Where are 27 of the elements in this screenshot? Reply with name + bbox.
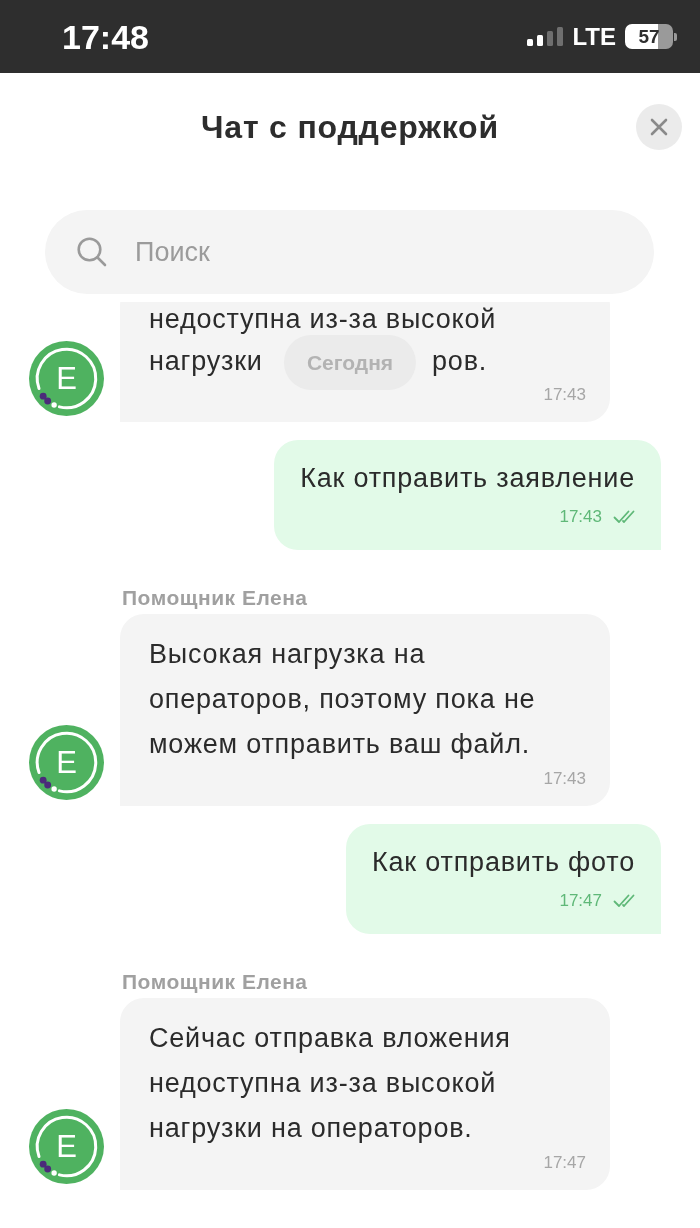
- message-text: Как отправить заявление: [300, 462, 635, 495]
- close-icon: [650, 117, 668, 136]
- sender-name: Помощник Елена: [122, 586, 308, 610]
- sender-name: Помощник Елена: [122, 970, 308, 994]
- status-time: 17:48: [62, 19, 149, 54]
- battery-indicator: 57: [625, 24, 677, 49]
- avatar: Е: [29, 341, 104, 416]
- message-time: 17:43: [543, 384, 586, 406]
- header-title: Чат с поддержкой: [201, 110, 499, 143]
- message-text: Сейчас отправка вложения недоступна из-за высокой нагрузки на операторов.: [149, 1022, 512, 1145]
- close-button[interactable]: [636, 103, 682, 150]
- message-text: ров.: [432, 345, 488, 376]
- message-text: недоступна из-за высокой: [149, 304, 497, 334]
- network-label: LTE: [572, 24, 616, 49]
- message-text: Высокая нагрузка на операторов, поэтому пока не можем отправить ваш файл.: [149, 638, 537, 761]
- avatar: Е: [29, 725, 104, 800]
- avatar: Е: [29, 1109, 104, 1184]
- search-field[interactable]: Поиск: [45, 210, 654, 294]
- search-icon: [77, 237, 107, 267]
- message-text: Как отправить фото: [372, 846, 635, 879]
- message-text: нагрузки: [149, 345, 263, 376]
- message-time: 17:47: [559, 890, 602, 912]
- message-time: 17:43: [559, 506, 602, 528]
- date-chip: Сегодня: [283, 335, 417, 390]
- message-time: 17:47: [543, 1152, 586, 1174]
- signal-icon: [527, 27, 564, 46]
- message-time: 17:43: [543, 768, 586, 790]
